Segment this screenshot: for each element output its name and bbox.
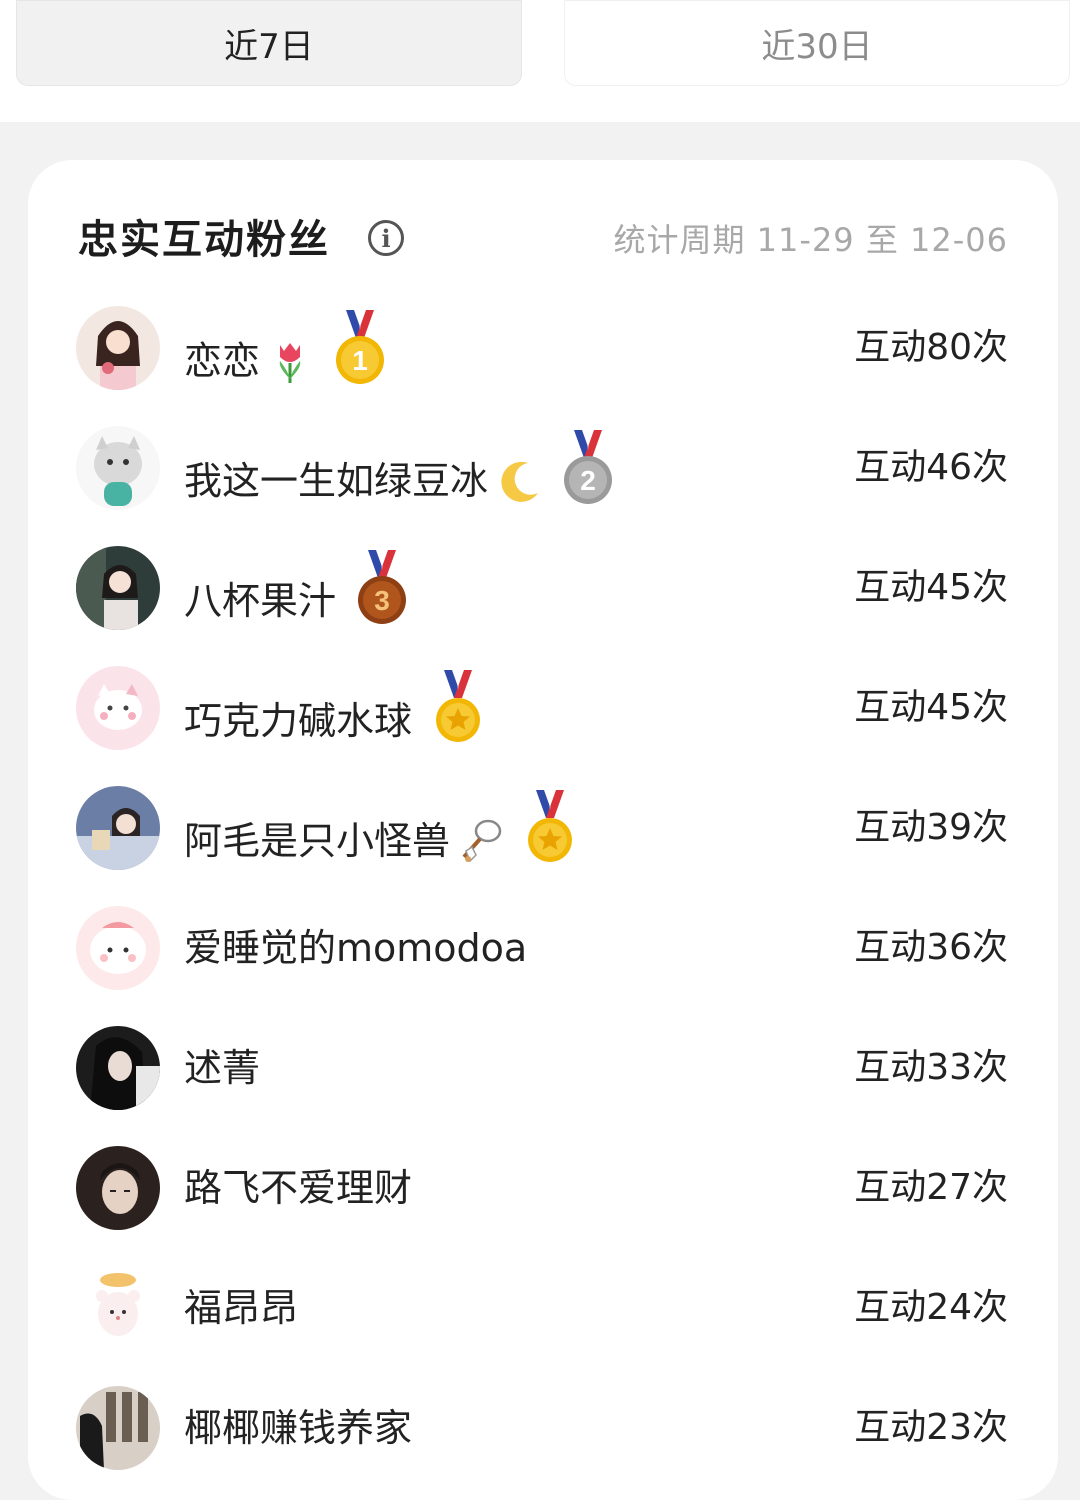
tab-recent-7-days[interactable]: 近7日 [16, 0, 522, 86]
interaction-count: 互动27次 [854, 1167, 1008, 1208]
avatar[interactable] [76, 1146, 160, 1230]
list-item[interactable]: 述菁 互动33次 [28, 1008, 1058, 1128]
list-item[interactable]: 路飞不爱理财 互动27次 [28, 1128, 1058, 1248]
fan-name: 八杯果汁 3 [184, 550, 410, 640]
interaction-count: 互动80次 [854, 327, 1008, 368]
period-tab-bar: 近7日 近30日 [0, 0, 1080, 122]
avatar[interactable] [76, 1026, 160, 1110]
fan-name-text: 巧克力碱水球 [184, 699, 413, 743]
list-item[interactable]: 恋恋 1 互动80次 [28, 288, 1058, 408]
fan-name: 恋恋 1 [184, 310, 388, 400]
fan-name: 路飞不爱理财 [184, 1162, 412, 1214]
avatar[interactable] [76, 906, 160, 990]
avatar[interactable] [76, 1266, 160, 1350]
interaction-count: 互动23次 [854, 1407, 1008, 1448]
avatar[interactable] [76, 1386, 160, 1470]
avatar[interactable] [76, 786, 160, 870]
interaction-count: 互动46次 [854, 447, 1008, 488]
tab-recent-30-days[interactable]: 近30日 [564, 0, 1070, 86]
card-title: 忠实互动粉丝 [78, 217, 330, 263]
fan-name-text: 述菁 [184, 1046, 261, 1090]
fan-name: 福昂昂 [184, 1282, 298, 1334]
svg-text:3: 3 [374, 585, 390, 616]
avatar[interactable] [76, 546, 160, 630]
avatar[interactable] [76, 306, 160, 390]
fan-name-text: 恋恋 [184, 339, 261, 383]
interaction-count: 互动36次 [854, 927, 1008, 968]
fan-name-text: 福昂昂 [184, 1286, 299, 1330]
fan-name: 阿毛是只小怪兽 [184, 790, 578, 880]
fan-name-text: 阿毛是只小怪兽 [184, 819, 451, 863]
fan-name: 爱睡觉的momodoa [184, 922, 527, 974]
info-icon[interactable]: i [368, 220, 404, 256]
list-item[interactable]: 巧克力碱水球 互动45次 [28, 648, 1058, 768]
fan-name-text: 我这一生如绿豆冰 [184, 459, 489, 503]
interaction-count: 互动33次 [854, 1047, 1008, 1088]
svg-text:1: 1 [352, 345, 368, 376]
fan-name: 述菁 [184, 1042, 260, 1094]
fan-name-text: 爱睡觉的momodoa [184, 926, 528, 970]
badminton-icon [462, 819, 502, 863]
list-item[interactable]: 八杯果汁 3 互动45次 [28, 528, 1058, 648]
list-item[interactable]: 福昂昂 互动24次 [28, 1248, 1058, 1368]
silver-medal-2-icon: 2 [564, 430, 613, 504]
bronze-medal-3-icon: 3 [358, 550, 407, 624]
list-item[interactable]: 我这一生如绿豆冰 2 互动46次 [28, 408, 1058, 528]
svg-text:2: 2 [580, 465, 596, 496]
tulip-icon [279, 343, 301, 383]
loyal-fans-card: 忠实互动粉丝 i 统计周期 11-29 至 12-06 恋恋 1 互动80次 我… [28, 160, 1058, 1500]
fan-name-text: 椰椰赚钱养家 [184, 1406, 413, 1450]
interaction-count: 互动45次 [854, 687, 1008, 728]
list-item[interactable]: 阿毛是只小怪兽 互动39次 [28, 768, 1058, 888]
interaction-count: 互动39次 [854, 807, 1008, 848]
avatar[interactable] [76, 426, 160, 510]
card-header: 忠实互动粉丝 i 统计周期 11-29 至 12-06 [78, 212, 1008, 272]
avatar[interactable] [76, 666, 160, 750]
list-item[interactable]: 爱睡觉的momodoa 互动36次 [28, 888, 1058, 1008]
interaction-count: 互动24次 [854, 1287, 1008, 1328]
crescent-moon-icon [501, 461, 539, 502]
fan-name: 巧克力碱水球 [184, 670, 486, 760]
gold-medal-1-icon: 1 [336, 310, 385, 384]
star-medal-icon [436, 670, 481, 742]
fan-name-text: 路飞不爱理财 [184, 1166, 413, 1210]
fan-name: 我这一生如绿豆冰 2 [184, 430, 616, 520]
interaction-count: 互动45次 [854, 567, 1008, 608]
fan-name: 椰椰赚钱养家 [184, 1402, 412, 1454]
stat-period: 统计周期 11-29 至 12-06 [613, 221, 1008, 259]
list-item[interactable]: 椰椰赚钱养家 互动23次 [28, 1368, 1058, 1488]
fan-name-text: 八杯果汁 [184, 579, 337, 623]
star-medal-icon [528, 790, 573, 862]
